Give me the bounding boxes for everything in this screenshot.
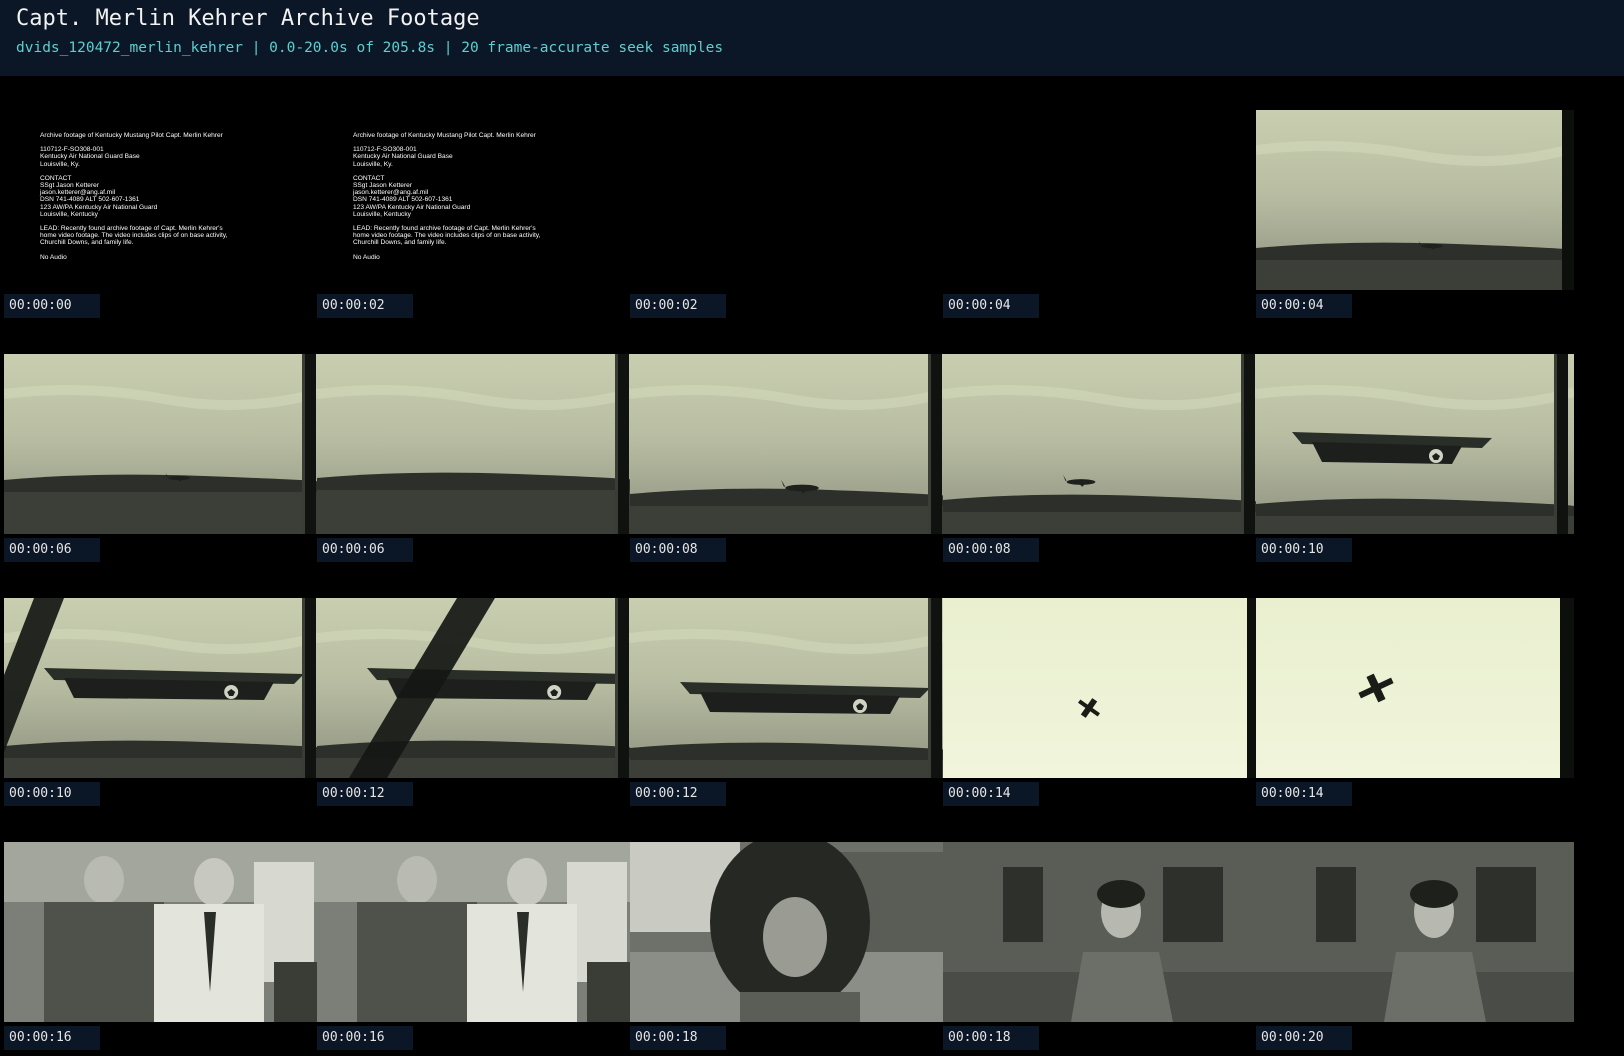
frame-image bbox=[630, 598, 948, 778]
slate-line: SSgt Jason Ketterer bbox=[40, 182, 100, 190]
frame-thumbnail[interactable]: 00:00:04 bbox=[943, 76, 1261, 318]
frame-thumbnail[interactable]: 00:00:14 bbox=[943, 564, 1261, 806]
slate-line: Archive footage of Kentucky Mustang Pilo… bbox=[40, 132, 223, 139]
timestamp-label: 00:00:18 bbox=[943, 1026, 1039, 1050]
slate-line: Louisville, Kentucky bbox=[353, 210, 411, 218]
timestamp-label: 00:00:04 bbox=[1256, 294, 1352, 318]
timestamp-label: 00:00:06 bbox=[317, 538, 413, 562]
slate-line: Churchill Downs, and family life. bbox=[40, 239, 134, 247]
timestamp-label: 00:00:08 bbox=[630, 538, 726, 562]
slate-text: Archive footage of Kentucky Mustang Pilo… bbox=[353, 132, 629, 261]
frame-image bbox=[1256, 354, 1574, 534]
frame-image bbox=[630, 842, 948, 1022]
frame-thumbnail[interactable]: 00:00:08 bbox=[943, 320, 1261, 562]
timestamp-label: 00:00:12 bbox=[317, 782, 413, 806]
slate-line: 123 AW/PA Kentucky Air National Guard bbox=[40, 203, 158, 211]
slate-line: Louisville, Ky. bbox=[353, 160, 393, 168]
frame-image bbox=[1256, 842, 1574, 1022]
slate-line: No Audio bbox=[40, 253, 67, 261]
frame-thumbnail[interactable]: 00:00:12 bbox=[630, 564, 948, 806]
slate-line: 123 AW/PA Kentucky Air National Guard bbox=[353, 203, 471, 211]
slate-line: CONTACT bbox=[353, 174, 385, 182]
slate-line: 110712-F-SO308-001 bbox=[353, 146, 417, 154]
slate-line: Kentucky Air National Guard Base bbox=[40, 153, 140, 161]
slate-line: No Audio bbox=[353, 253, 380, 261]
slate-line: home video footage. The video includes c… bbox=[353, 232, 541, 240]
frame-thumbnail[interactable]: 00:00:20 bbox=[1256, 808, 1574, 1050]
timestamp-label: 00:00:02 bbox=[630, 294, 726, 318]
slate-line: Louisville, Kentucky bbox=[40, 210, 98, 218]
frame-image bbox=[317, 354, 635, 534]
frame-image bbox=[943, 110, 1261, 290]
timestamp-label: 00:00:06 bbox=[4, 538, 100, 562]
timestamp-label: 00:00:16 bbox=[317, 1026, 413, 1050]
frame-thumbnail[interactable]: Archive footage of Kentucky Mustang Pilo… bbox=[317, 76, 635, 318]
slate-line: home video footage. The video includes c… bbox=[40, 232, 228, 240]
frame-thumbnail[interactable]: 00:00:08 bbox=[630, 320, 948, 562]
frame-image bbox=[943, 598, 1261, 778]
frame-image bbox=[943, 354, 1261, 534]
frame-image bbox=[1256, 598, 1574, 778]
frame-image bbox=[317, 842, 635, 1022]
timestamp-label: 00:00:10 bbox=[1256, 538, 1352, 562]
slate-line: jason.ketterer@ang.af.mil bbox=[40, 189, 116, 197]
timestamp-label: 00:00:14 bbox=[943, 782, 1039, 806]
frame-thumbnail[interactable]: 00:00:06 bbox=[4, 320, 322, 562]
frame-thumbnail[interactable]: 00:00:16 bbox=[4, 808, 322, 1050]
frame-thumbnail[interactable]: 00:00:10 bbox=[4, 564, 322, 806]
slate-line: Archive footage of Kentucky Mustang Pilo… bbox=[353, 132, 536, 139]
timestamp-label: 00:00:02 bbox=[317, 294, 413, 318]
slate-text: Archive footage of Kentucky Mustang Pilo… bbox=[40, 132, 316, 261]
frame-thumbnail[interactable]: 00:00:18 bbox=[630, 808, 948, 1050]
slate-line: DSN 741-4089 ALT 502-607-1361 bbox=[353, 196, 453, 204]
slate-line: DSN 741-4089 ALT 502-607-1361 bbox=[40, 196, 140, 204]
timestamp-label: 00:00:04 bbox=[943, 294, 1039, 318]
header-bar: Capt. Merlin Kehrer Archive Footage dvid… bbox=[0, 0, 1624, 76]
page-title: Capt. Merlin Kehrer Archive Footage bbox=[16, 6, 480, 31]
frame-thumbnail[interactable]: 00:00:16 bbox=[317, 808, 635, 1050]
frame-thumbnail[interactable]: 00:00:04 bbox=[1256, 76, 1574, 318]
timestamp-label: 00:00:20 bbox=[1256, 1026, 1352, 1050]
timestamp-label: 00:00:14 bbox=[1256, 782, 1352, 806]
slate-line: Louisville, Ky. bbox=[40, 160, 80, 168]
frame-image bbox=[4, 842, 322, 1022]
slate-line: 110712-F-SO308-001 bbox=[40, 146, 104, 154]
timestamp-label: 00:00:16 bbox=[4, 1026, 100, 1050]
timestamp-label: 00:00:08 bbox=[943, 538, 1039, 562]
frame-thumbnail[interactable]: 00:00:02 bbox=[630, 76, 948, 318]
frame-thumbnail[interactable]: 00:00:10 bbox=[1256, 320, 1574, 562]
frame-image bbox=[630, 354, 948, 534]
frame-image: Archive footage of Kentucky Mustang Pilo… bbox=[317, 114, 635, 294]
slate-line: CONTACT bbox=[40, 174, 72, 182]
frame-thumbnail[interactable]: 00:00:06 bbox=[317, 320, 635, 562]
frame-image bbox=[1256, 110, 1574, 290]
slate-line: LEAD: Recently found archive footage of … bbox=[40, 225, 223, 233]
frame-image bbox=[317, 598, 635, 778]
frame-image bbox=[943, 842, 1261, 1022]
frame-image bbox=[630, 110, 948, 290]
timestamp-label: 00:00:12 bbox=[630, 782, 726, 806]
frame-image bbox=[4, 354, 322, 534]
timestamp-label: 00:00:00 bbox=[4, 294, 100, 318]
frame-grid: Archive footage of Kentucky Mustang Pilo… bbox=[0, 76, 1624, 1056]
frame-thumbnail[interactable]: 00:00:14 bbox=[1256, 564, 1574, 806]
frame-thumbnail[interactable]: 00:00:12 bbox=[317, 564, 635, 806]
slate-line: jason.ketterer@ang.af.mil bbox=[353, 189, 429, 197]
timestamp-label: 00:00:18 bbox=[630, 1026, 726, 1050]
slate-line: LEAD: Recently found archive footage of … bbox=[353, 225, 536, 233]
frame-image: Archive footage of Kentucky Mustang Pilo… bbox=[4, 114, 322, 294]
frame-image bbox=[4, 598, 322, 778]
frame-thumbnail[interactable]: Archive footage of Kentucky Mustang Pilo… bbox=[4, 76, 322, 318]
slate-line: SSgt Jason Ketterer bbox=[353, 182, 413, 190]
slate-line: Kentucky Air National Guard Base bbox=[353, 153, 453, 161]
timestamp-label: 00:00:10 bbox=[4, 782, 100, 806]
slate-line: Churchill Downs, and family life. bbox=[353, 239, 447, 247]
frame-thumbnail[interactable]: 00:00:18 bbox=[943, 808, 1261, 1050]
page-subtitle: dvids_120472_merlin_kehrer | 0.0-20.0s o… bbox=[16, 40, 724, 56]
